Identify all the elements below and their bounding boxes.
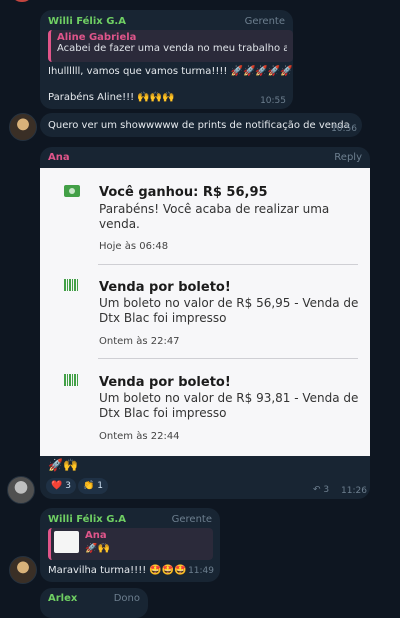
- message-time: 10:56: [331, 124, 357, 134]
- notification-title: Você ganhou: R$ 56,95: [99, 185, 268, 200]
- notification-body: Um boleto no valor de R$ 93,81 - Venda d…: [99, 391, 359, 420]
- sender-name[interactable]: Willi Félix G.A: [48, 16, 126, 27]
- avatar-willi[interactable]: [9, 113, 37, 141]
- avatar-willi[interactable]: [9, 556, 37, 584]
- barcode-icon: [64, 279, 78, 291]
- notification-time: Ontem às 22:44: [99, 431, 180, 442]
- sender-name[interactable]: Willi Félix G.A: [48, 514, 126, 525]
- avatar-ana[interactable]: [7, 476, 35, 504]
- reply-thumbnail: [54, 531, 79, 553]
- message-text-line1: Ihullllll, vamos que vamos turma!!!! 🚀🚀🚀…: [48, 66, 293, 77]
- message-text: Maravilha turma!!!! 🤩🤩🤩: [48, 565, 187, 576]
- clap-icon: 👏: [83, 481, 95, 491]
- barcode-icon: [64, 374, 78, 386]
- sender-role-badge: Gerente: [244, 16, 285, 27]
- message-caption: 🚀🙌: [48, 458, 78, 472]
- reply-quote-text: Acabei de fazer uma venda no meu trabalh…: [57, 43, 287, 54]
- message-bubble-willi-2[interactable]: Quero ver um showwwww de prints de notif…: [40, 113, 362, 137]
- reply-quote[interactable]: Ana 🚀🙌: [48, 528, 213, 560]
- notification-title: Venda por boleto!: [99, 280, 231, 295]
- reply-quote-author: Ana: [85, 530, 107, 541]
- sender-role-badge: Gerente: [171, 514, 212, 525]
- message-bubble-willi-1[interactable]: Willi Félix G.A Gerente Aline Gabriela A…: [40, 10, 293, 109]
- reaction-count: 3: [65, 481, 71, 491]
- reaction-count: 1: [97, 481, 103, 491]
- sender-role-badge: Dono: [113, 593, 140, 604]
- message-bubble-willi-3[interactable]: Willi Félix G.A Gerente Ana 🚀🙌 Maravilha…: [40, 508, 220, 582]
- divider: [98, 264, 358, 265]
- reaction-heart[interactable]: ❤️ 3: [46, 478, 76, 494]
- money-icon: [64, 185, 80, 197]
- notification-time: Ontem às 22:47: [99, 336, 180, 347]
- avatar-partial-top[interactable]: [13, 0, 31, 2]
- notification-body: Um boleto no valor de R$ 56,95 - Venda d…: [99, 296, 359, 325]
- sender-name[interactable]: Ana: [48, 152, 70, 163]
- reply-label[interactable]: Reply: [334, 152, 362, 163]
- forward-count: 3: [323, 485, 330, 495]
- reaction-clap[interactable]: 👏 1: [78, 478, 108, 494]
- forward-icon: ↶: [313, 485, 321, 495]
- notification-body: Parabéns! Você acaba de realizar uma ven…: [99, 202, 330, 231]
- divider: [98, 358, 358, 359]
- message-time: 11:26: [341, 486, 367, 496]
- reply-quote[interactable]: Aline Gabriela Acabei de fazer uma venda…: [48, 30, 293, 62]
- message-bubble-arlex[interactable]: Arlex Dono: [40, 588, 148, 618]
- message-time: 10:55: [260, 96, 286, 106]
- reply-quote-author: Aline Gabriela: [57, 32, 137, 43]
- sender-name[interactable]: Arlex: [48, 593, 77, 604]
- message-text-line2: Parabéns Aline!!! 🙌🙌🙌: [48, 92, 175, 103]
- notification-screenshot[interactable]: Você ganhou: R$ 56,95 Parabéns! Você aca…: [40, 168, 370, 456]
- notification-title: Venda por boleto!: [99, 375, 231, 390]
- reply-quote-text: 🚀🙌: [85, 543, 110, 554]
- heart-icon: ❤️: [51, 481, 63, 491]
- forward-indicator[interactable]: ↶ 3: [313, 485, 329, 495]
- notification-time: Hoje às 06:48: [99, 241, 169, 252]
- message-time: 11:49: [188, 566, 214, 576]
- message-text: Quero ver um showwwww de prints de notif…: [48, 120, 350, 131]
